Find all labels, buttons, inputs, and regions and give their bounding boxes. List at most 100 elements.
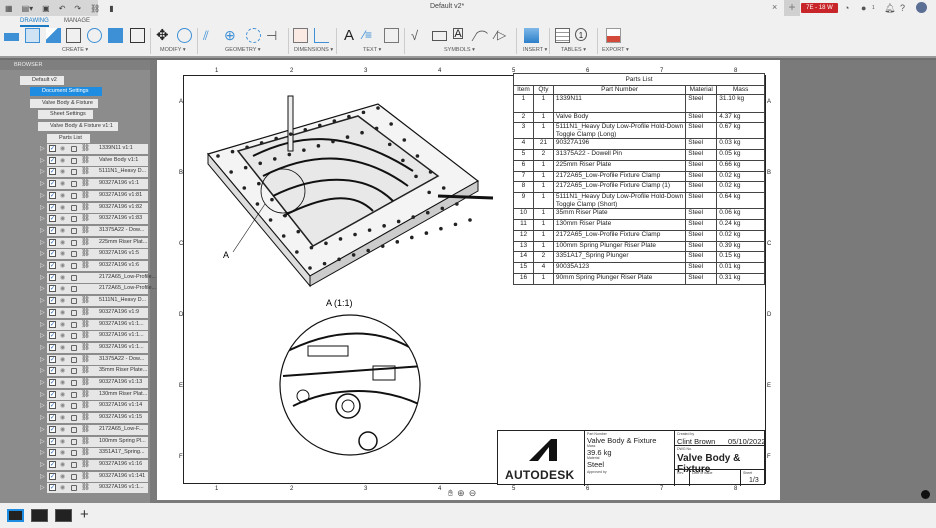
expand-icon[interactable]: ▷ — [40, 473, 45, 480]
table-row[interactable]: 8 1 2172A65_Low-Profile Fixture Clamp (1) S… — [513, 181, 765, 194]
expand-icon[interactable]: ▷ — [40, 414, 45, 421]
browser-component-row[interactable]: ▷ ✓ ◉ ⛓ 5111N1_Heavy D... — [40, 296, 150, 307]
eye-icon[interactable]: ◉ — [60, 344, 65, 351]
visibility-checkbox[interactable]: ✓ — [49, 449, 56, 457]
browser-component-row[interactable]: ▷ ✓ ◉ ⛓ 1339N11 v1:1 — [40, 144, 150, 154]
visibility-checkbox[interactable]: ✓ — [49, 308, 56, 316]
expand-icon[interactable]: ▷ — [40, 426, 45, 433]
table-row[interactable]: 13 1 100mm Spring Plunger Riser Plate Steel… — [513, 240, 765, 253]
eye-icon[interactable]: ◉ — [60, 239, 65, 246]
eye-icon[interactable]: ◉ — [60, 204, 65, 211]
base-view-icon[interactable] — [4, 33, 19, 41]
group-symbols[interactable]: SYMBOLS ▾ — [444, 47, 475, 53]
table-row[interactable]: 11 1 130mm Riser Plate Steel 0.24 kg — [513, 219, 765, 231]
browser-component-row[interactable]: ▷ ✓ ◉ ⛓ 90327A196 v1:9 — [40, 307, 150, 318]
expand-icon[interactable]: ▷ — [40, 438, 45, 445]
browser-component-row[interactable]: ▷ ✓ ◉ 2172A65_Low-Profile... — [40, 272, 156, 283]
expand-icon[interactable]: ▷ — [40, 227, 45, 234]
visibility-checkbox[interactable]: ✓ — [49, 355, 56, 363]
eye-icon[interactable]: ◉ — [60, 192, 65, 199]
expand-icon[interactable]: ▷ — [40, 321, 45, 328]
eye-icon[interactable]: ◉ — [60, 250, 65, 257]
browser-root[interactable]: Default v2 — [20, 76, 64, 85]
eye-icon[interactable]: ◉ — [60, 449, 65, 456]
table-row[interactable]: 2 1 Valve Body Steel 4.37 kg — [513, 111, 765, 124]
eye-icon[interactable]: ◉ — [60, 285, 65, 292]
expand-icon[interactable]: ▷ — [40, 484, 45, 491]
expand-icon[interactable]: ▷ — [40, 391, 45, 398]
visibility-checkbox[interactable]: ✓ — [49, 379, 56, 386]
base-view[interactable] — [206, 95, 494, 288]
visibility-checkbox[interactable]: ✓ — [49, 320, 56, 328]
eye-icon[interactable]: ◉ — [60, 356, 65, 363]
expand-icon[interactable]: ▷ — [40, 250, 45, 257]
visibility-checkbox[interactable]: ✓ — [49, 414, 56, 422]
eye-icon[interactable]: ◉ — [60, 379, 65, 386]
expand-icon[interactable]: ▷ — [40, 297, 45, 304]
expand-icon[interactable]: ▷ — [40, 309, 45, 316]
visibility-checkbox[interactable]: ✓ — [49, 145, 56, 152]
clipboard-icon[interactable]: ▮ — [109, 4, 113, 13]
expand-icon[interactable]: ▷ — [40, 402, 45, 409]
visibility-checkbox[interactable]: ✓ — [49, 262, 56, 269]
expand-icon[interactable]: ▷ — [40, 367, 45, 374]
eye-icon[interactable]: ◉ — [60, 484, 65, 491]
sheet-thumb-1[interactable] — [7, 509, 24, 522]
table-row[interactable]: 15 4 90035A123 Steel 0.01 kg — [513, 262, 765, 275]
visibility-checkbox[interactable]: ✓ — [49, 226, 56, 234]
pan-icon[interactable]: ✋︎ — [448, 488, 453, 499]
eye-icon[interactable]: ◉ — [60, 367, 65, 374]
visibility-checkbox[interactable]: ✓ — [49, 425, 56, 433]
rotate-icon[interactable] — [177, 28, 192, 43]
eye-icon[interactable]: ◉ — [60, 262, 65, 269]
detail-view[interactable] — [273, 311, 433, 461]
visibility-checkbox[interactable]: ✓ — [49, 180, 56, 188]
group-modify[interactable]: MODIFY ▾ — [160, 47, 186, 53]
save-icon[interactable]: ▣ — [42, 4, 50, 13]
column-header[interactable]: Material — [685, 85, 718, 95]
visibility-checkbox[interactable]: ✓ — [49, 297, 56, 305]
bell-icon[interactable]: 🔔︎ — [884, 3, 895, 14]
close-tab-button[interactable]: × — [772, 2, 777, 12]
eye-icon[interactable]: ◉ — [60, 309, 65, 316]
browser-component-row[interactable]: ▷ ✓ ◉ ⛓ 2172A65_Low-F... — [40, 424, 150, 435]
file-menu-icon[interactable]: ▤▾ — [22, 4, 34, 13]
browser-component-row[interactable]: ▷ ✓ ◉ ⛓ 225mm Riser Plat... — [40, 237, 150, 248]
group-dimensions[interactable]: DIMENSIONS ▾ — [294, 47, 333, 53]
help-icon[interactable]: ? — [900, 3, 905, 13]
expand-icon[interactable]: ▷ — [40, 145, 45, 152]
datum-identifier-icon[interactable]: A — [453, 28, 463, 40]
table-row[interactable]: 6 1 225mm Riser Plate Steel 0.66 kg — [513, 159, 765, 172]
visibility-checkbox[interactable]: ✓ — [49, 203, 56, 211]
browser-component-row[interactable]: ▷ ✓ ◉ ⛓ 3351A17_Spring... — [40, 448, 150, 459]
browser-component-row[interactable]: ▷ ✓ ◉ ⛓ 90327A196 v1:13 — [40, 378, 150, 388]
browser-component-row[interactable]: ▷ ✓ ◉ ⛓ 90327A196 v1:81 — [40, 190, 150, 201]
expand-icon[interactable]: ▷ — [40, 239, 45, 246]
apps-grid-icon[interactable]: ▦ — [5, 4, 13, 13]
eye-icon[interactable]: ◉ — [60, 297, 65, 304]
group-geometry[interactable]: GEOMETRY ▾ — [225, 47, 261, 53]
visibility-checkbox[interactable]: ✓ — [49, 367, 56, 375]
visibility-checkbox[interactable]: ✓ — [49, 332, 56, 340]
expand-icon[interactable]: ▷ — [40, 461, 45, 468]
expand-icon[interactable]: ▷ — [40, 332, 45, 339]
browser-component-row[interactable]: ▷ ✓ ◉ ⛓ 90327A196 v1:16 — [40, 459, 150, 470]
center-mark-icon[interactable]: ⊕ — [224, 28, 239, 43]
group-tables[interactable]: TABLES ▾ — [561, 47, 586, 53]
eye-icon[interactable]: ◉ — [60, 157, 65, 164]
eye-icon[interactable]: ◉ — [60, 180, 65, 187]
sheet-node[interactable]: Valve Body & Fixture — [30, 99, 98, 108]
ordinate-dimension-icon[interactable] — [314, 28, 329, 43]
expand-icon[interactable]: ▷ — [40, 180, 45, 187]
feature-control-frame-icon[interactable] — [432, 31, 447, 41]
expand-icon[interactable]: ▷ — [40, 356, 45, 363]
browser-component-row[interactable]: ▷ ✓ ◉ ⛓ 130mm Riser Plat... — [40, 389, 150, 400]
sheet-thumb-3[interactable] — [55, 509, 72, 522]
browser-component-row[interactable]: ▷ ✓ ◉ ⛓ 90327A196 v1:6 — [40, 261, 150, 271]
crop-view-icon[interactable] — [108, 28, 123, 43]
redo-icon[interactable]: ↷ — [74, 4, 81, 13]
fit-icon[interactable]: ⊖ — [469, 488, 477, 499]
sheet-settings[interactable]: Sheet Settings — [38, 110, 93, 119]
browser-component-row[interactable]: ▷ ✓ ◉ ⛓ 90327A196 v1:5 — [40, 249, 150, 260]
sketch-icon[interactable] — [130, 28, 145, 43]
